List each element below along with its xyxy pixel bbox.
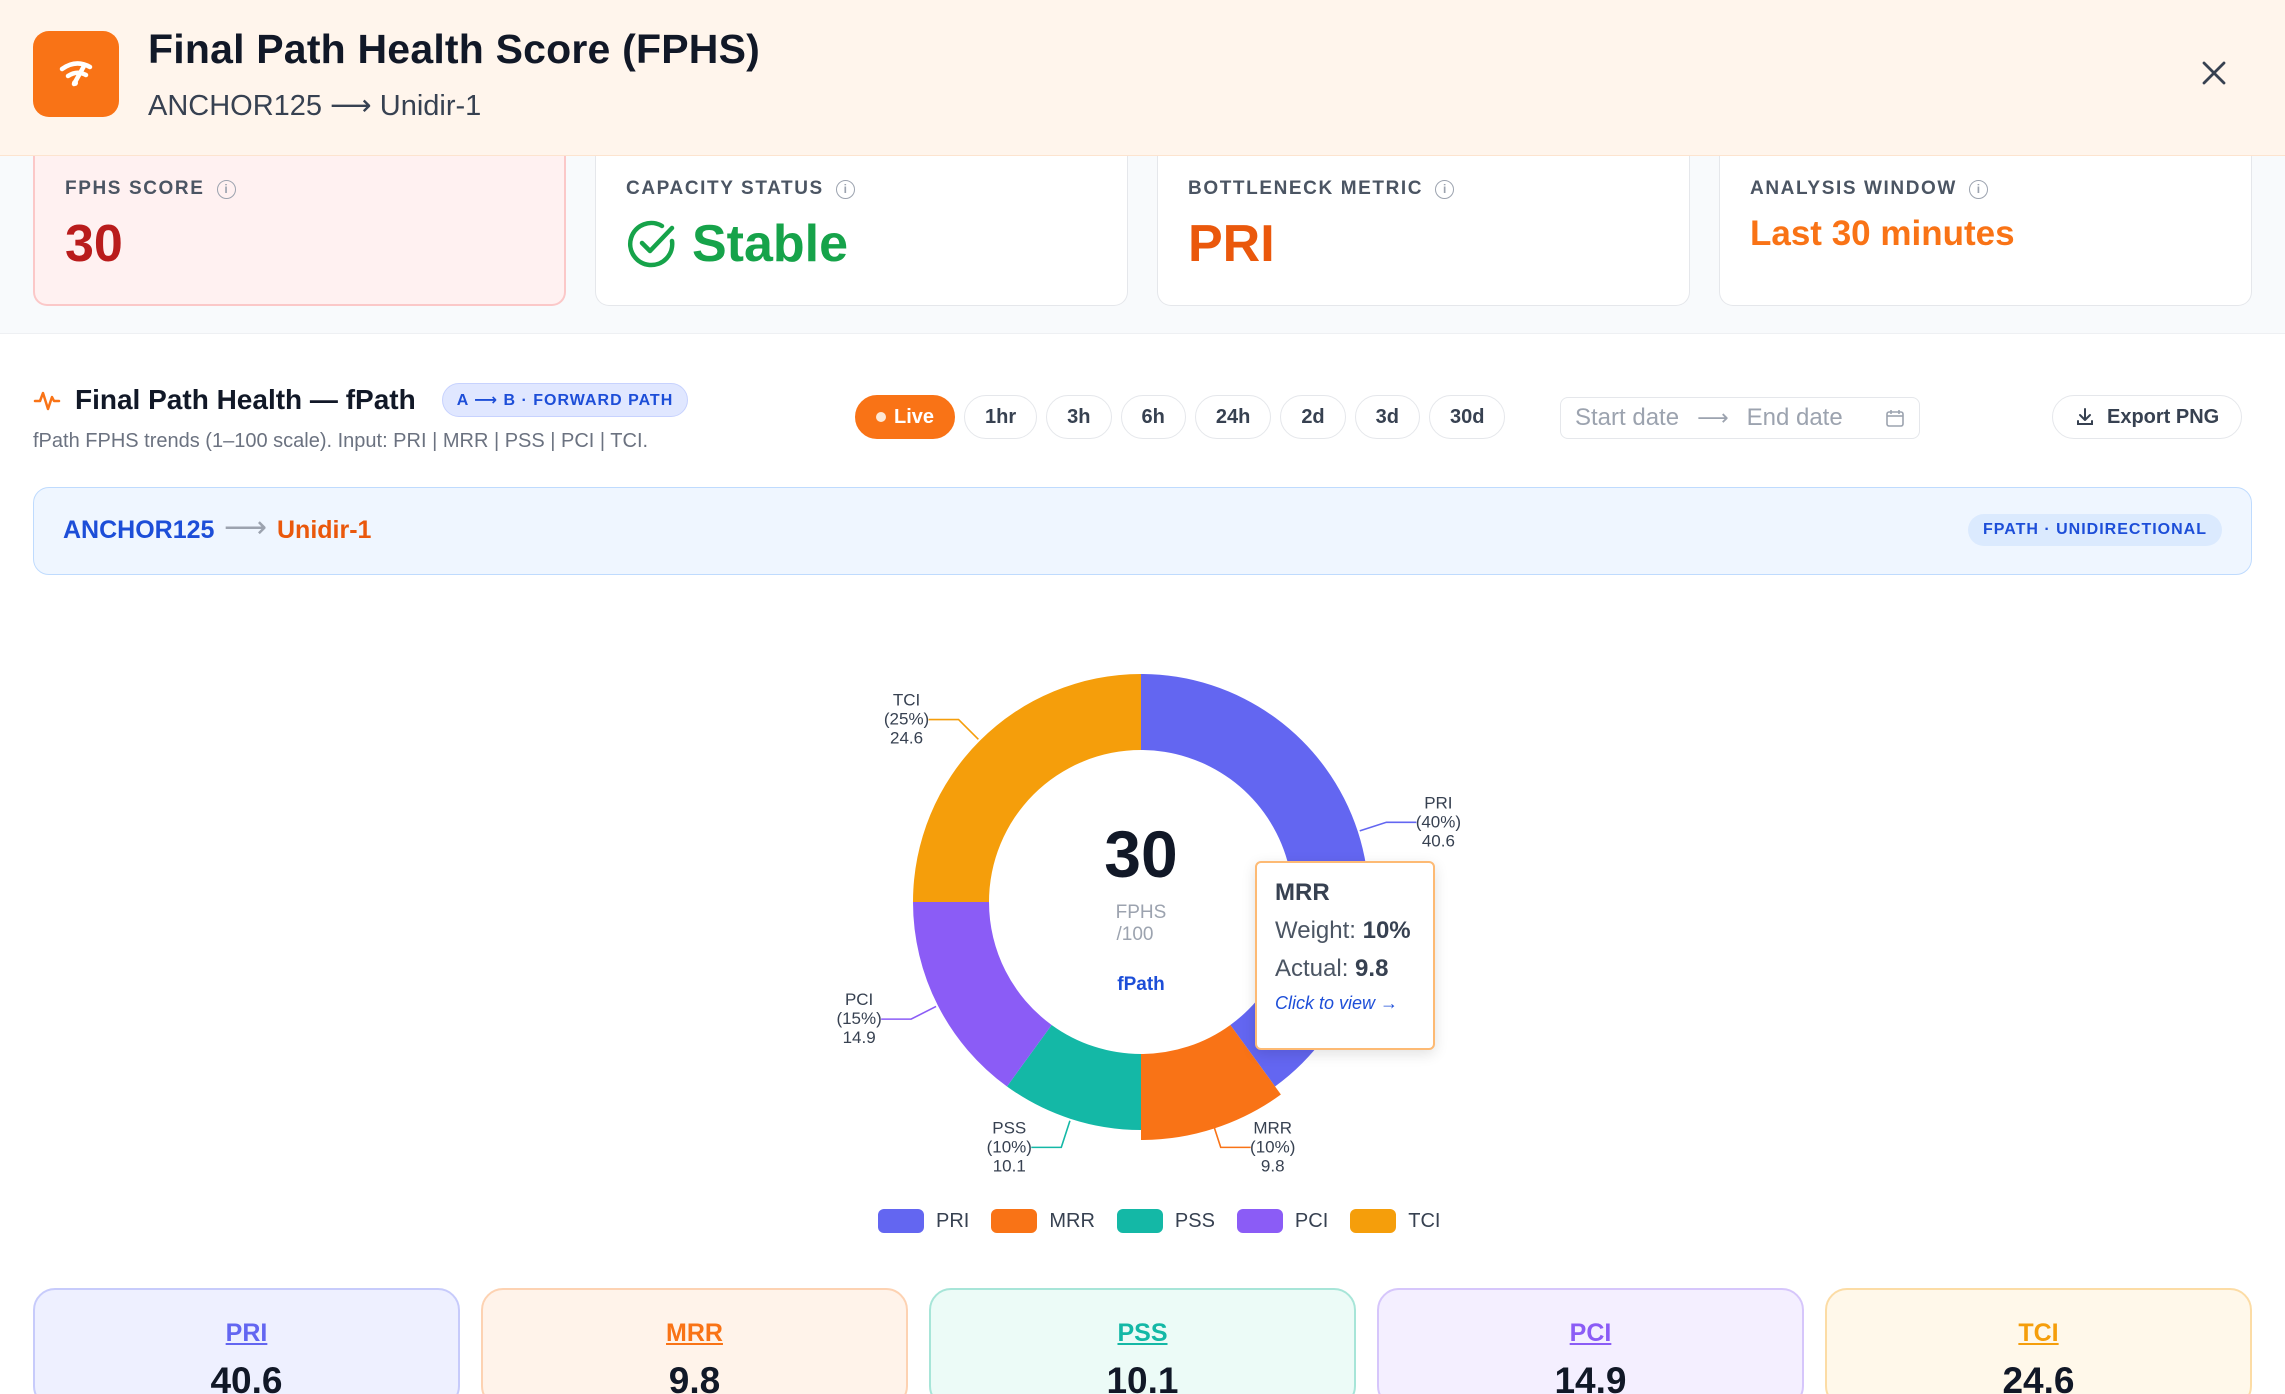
- kpi-label: BOTTLENECK METRIC: [1188, 178, 1424, 199]
- range-3h-button[interactable]: 3h: [1046, 395, 1112, 439]
- section-title: Final Path Health — fPath: [75, 384, 416, 415]
- time-range-selector: Live 1hr 3h 6h 24h 2d 3d 30d: [855, 395, 1506, 439]
- tooltip-metric-name: MRR: [1275, 879, 1330, 906]
- range-3d-button[interactable]: 3d: [1354, 395, 1420, 439]
- route-source: ANCHOR125: [63, 516, 215, 544]
- legend-item-pss[interactable]: PSS: [1116, 1209, 1215, 1233]
- metric-value: 14.9: [1554, 1360, 1627, 1394]
- metric-value: 10.1: [1106, 1360, 1179, 1394]
- date-range-picker[interactable]: Start date ⟶ End date: [1560, 397, 1920, 439]
- kpi-label: ANALYSIS WINDOW: [1750, 178, 1957, 199]
- kpi-value: Stable: [692, 215, 849, 273]
- kpi-card-capacity-status: CAPACITY STATUS i Stable: [595, 156, 1128, 306]
- range-30d-button[interactable]: 30d: [1429, 395, 1506, 439]
- metric-card-pss[interactable]: PSS 10.1: [929, 1288, 1356, 1394]
- metric-card-mrr[interactable]: MRR 9.8: [481, 1288, 908, 1394]
- section-description: fPath FPHS trends (1–100 scale). Input: …: [33, 430, 649, 452]
- range-1hr-button[interactable]: 1hr: [964, 395, 1038, 439]
- metric-card-pri[interactable]: PRI 40.6: [33, 1288, 460, 1394]
- kpi-value: Last 30 minutes: [1750, 214, 2015, 253]
- fpath-section: Final Path Health — fPath A ⟶ B · FORWAR…: [0, 335, 2285, 1394]
- range-live-button[interactable]: Live: [855, 395, 956, 439]
- tooltip-actual: 9.8: [1355, 955, 1389, 982]
- metric-value: 24.6: [2002, 1360, 2075, 1394]
- route-arrow-icon: ⟶: [224, 511, 268, 544]
- metric-name[interactable]: PRI: [35, 1319, 458, 1348]
- metric-name[interactable]: PSS: [931, 1319, 1354, 1348]
- info-icon[interactable]: i: [1968, 179, 1988, 199]
- kpi-card-analysis-window: ANALYSIS WINDOW i Last 30 minutes: [1719, 156, 2252, 306]
- metric-name[interactable]: MRR: [483, 1319, 906, 1348]
- info-icon[interactable]: i: [835, 179, 855, 199]
- modal-header: Final Path Health Score (FPHS) ANCHOR125…: [0, 0, 2285, 156]
- metric-card-tci[interactable]: TCI 24.6: [1825, 1288, 2252, 1394]
- info-icon[interactable]: i: [1435, 179, 1455, 199]
- kpi-label: FPHS SCORE: [65, 178, 205, 199]
- kpi-label: CAPACITY STATUS: [626, 178, 824, 199]
- range-6h-button[interactable]: 6h: [1120, 395, 1186, 439]
- tooltip-view-link[interactable]: Click to view →: [1275, 993, 1415, 1014]
- modal-subtitle: ANCHOR125 ⟶ Unidir-1: [148, 90, 482, 122]
- kpi-value: 30: [65, 215, 123, 273]
- export-png-button[interactable]: Export PNG: [2052, 395, 2243, 439]
- wifi-icon: [33, 31, 119, 117]
- modal-title: Final Path Health Score (FPHS): [148, 26, 760, 72]
- route-bar: ANCHOR125 ⟶ Unidir-1 FPATH · UNIDIRECTIO…: [33, 487, 2252, 575]
- start-date-input[interactable]: Start date: [1575, 404, 1679, 432]
- activity-icon: [33, 391, 61, 411]
- route-direction-badge: FPATH · UNIDIRECTIONAL: [1967, 514, 2222, 546]
- metric-name[interactable]: TCI: [1827, 1319, 2250, 1348]
- info-icon[interactable]: i: [216, 179, 236, 199]
- forward-path-badge: A ⟶ B · FORWARD PATH: [441, 383, 689, 417]
- range-2d-button[interactable]: 2d: [1280, 395, 1346, 439]
- metric-value: 40.6: [210, 1360, 283, 1394]
- live-dot-icon: [876, 412, 886, 422]
- range-24h-button[interactable]: 24h: [1194, 395, 1272, 439]
- arrow-right-icon: ⟶: [1697, 405, 1729, 430]
- kpi-value: PRI: [1188, 215, 1275, 273]
- legend-item-tci[interactable]: TCI: [1350, 1209, 1440, 1233]
- legend-item-pri[interactable]: PRI: [878, 1209, 969, 1233]
- check-circle-icon: [627, 220, 675, 268]
- tooltip-weight: 10%: [1362, 917, 1411, 944]
- route-destination: Unidir-1: [277, 516, 372, 544]
- metric-value: 9.8: [668, 1360, 721, 1394]
- download-icon: [2077, 408, 2093, 425]
- legend-item-pci[interactable]: PCI: [1236, 1209, 1328, 1233]
- kpi-card-bottleneck-metric: BOTTLENECK METRIC i PRI: [1157, 156, 1690, 306]
- kpi-card-fphs-score: FPHS SCORE i 30: [33, 156, 566, 306]
- calendar-icon[interactable]: [1885, 408, 1905, 428]
- slice-tooltip[interactable]: MRR Weight: 10% Actual: 9.8 Click to vie…: [1255, 861, 1435, 1050]
- metric-card-pci[interactable]: PCI 14.9: [1377, 1288, 1804, 1394]
- metric-name[interactable]: PCI: [1379, 1319, 1802, 1348]
- end-date-input[interactable]: End date: [1747, 404, 1843, 432]
- legend-item-mrr[interactable]: MRR: [991, 1209, 1095, 1233]
- chart-legend: PRI MRR PSS PCI TCI: [878, 1209, 1440, 1233]
- close-icon[interactable]: [2196, 55, 2232, 91]
- kpi-band: FPHS SCORE i 30 CAPACITY STATUS i Stable B…: [0, 156, 2285, 334]
